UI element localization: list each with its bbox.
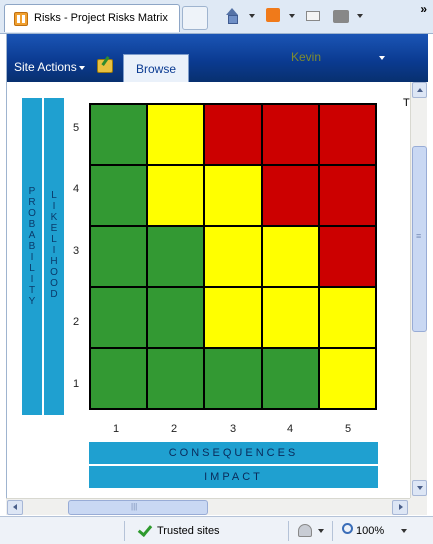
status-bar: Trusted sites 100% — [0, 516, 433, 544]
sharepoint-ribbon-header: Kevin Site Actions Browse — [6, 34, 428, 82]
zoom-dropdown-icon[interactable] — [401, 529, 407, 533]
scroll-up-button[interactable] — [412, 82, 427, 98]
protected-mode-dropdown-icon[interactable] — [318, 529, 324, 533]
matrix-cell — [147, 287, 205, 348]
matrix-cell — [261, 287, 319, 348]
sharepoint-favicon-icon — [14, 12, 28, 26]
new-tab-button[interactable] — [182, 6, 208, 30]
matrix-cell — [318, 348, 376, 409]
mail-icon[interactable] — [306, 11, 320, 21]
likelihood-axis-label: L I K E L I H O O D — [44, 98, 64, 415]
zoom-level[interactable]: 100% — [356, 525, 384, 537]
site-actions-chevron-down-icon[interactable] — [79, 66, 85, 70]
matrix-cell — [147, 165, 205, 226]
y-axis-tick-5: 5 — [73, 122, 80, 134]
consequences-axis-label: CONSEQUENCES — [89, 442, 378, 464]
matrix-cell — [90, 104, 148, 165]
matrix-cell — [318, 165, 376, 226]
matrix-cell — [90, 165, 148, 226]
x-axis-tick-5: 5 — [345, 423, 352, 435]
arrow-left-icon — [13, 504, 17, 510]
probability-axis-label: P R O B A B I L I T Y — [22, 98, 42, 415]
x-axis-tick-2: 2 — [171, 423, 178, 435]
matrix-cell — [90, 287, 148, 348]
status-divider — [124, 521, 125, 541]
matrix-cell — [261, 226, 319, 287]
home-icon[interactable] — [224, 8, 240, 24]
horizontal-scrollbar[interactable] — [6, 498, 410, 515]
scroll-down-button[interactable] — [412, 480, 427, 496]
y-axis-tick-3: 3 — [73, 245, 80, 257]
impact-axis-label: IMPACT — [89, 466, 378, 488]
edit-page-icon[interactable] — [97, 59, 113, 73]
print-icon[interactable] — [333, 10, 349, 23]
x-axis-tick-1: 1 — [113, 423, 120, 435]
page-content: P R O B A B I L I T Y L I K E L I H O O … — [6, 82, 410, 498]
matrix-cell — [261, 348, 319, 409]
y-axis-tick-1: 1 — [73, 378, 80, 390]
user-menu[interactable]: Kevin — [291, 50, 321, 64]
matrix-cell — [204, 287, 262, 348]
x-axis-tick-4: 4 — [287, 423, 294, 435]
scroll-left-button[interactable] — [7, 500, 23, 515]
matrix-cell — [318, 287, 376, 348]
matrix-cell — [261, 165, 319, 226]
scroll-right-button[interactable] — [392, 500, 408, 515]
matrix-cell — [204, 104, 262, 165]
feeds-dropdown-icon[interactable] — [289, 14, 295, 18]
y-axis-tick-2: 2 — [73, 316, 80, 328]
matrix-cell — [147, 348, 205, 409]
vertical-scroll-thumb[interactable] — [412, 146, 427, 332]
likelihood-label-text: L I K E L I H O O D — [50, 190, 58, 300]
horizontal-scroll-thumb[interactable] — [68, 500, 208, 515]
print-dropdown-icon[interactable] — [357, 14, 363, 18]
matrix-cell — [318, 226, 376, 287]
browser-tab[interactable]: Risks - Project Risks Matrix — [4, 4, 180, 32]
matrix-cell — [318, 104, 376, 165]
user-menu-chevron-down-icon[interactable] — [379, 56, 385, 60]
vertical-scrollbar[interactable] — [410, 82, 427, 498]
site-actions-menu[interactable]: Site Actions — [14, 60, 77, 74]
zoom-magnifier-icon[interactable] — [342, 523, 353, 534]
matrix-cell — [90, 226, 148, 287]
matrix-cell — [204, 165, 262, 226]
arrow-down-icon — [417, 486, 423, 490]
matrix-cell — [204, 226, 262, 287]
protected-mode-icon[interactable] — [298, 524, 312, 537]
matrix-cell — [204, 348, 262, 409]
tab-browse[interactable]: Browse — [123, 54, 189, 82]
tab-title: Risks - Project Risks Matrix — [34, 12, 168, 24]
toolbar-overflow-chevron-icon[interactable]: » — [420, 2, 427, 16]
rss-feed-icon[interactable] — [266, 8, 280, 22]
trusted-check-icon — [138, 522, 152, 536]
probability-label-text: P R O B A B I L I T Y — [28, 186, 36, 307]
arrow-up-icon — [417, 88, 423, 92]
scrollbar-corner — [410, 498, 427, 515]
arrow-right-icon — [399, 504, 403, 510]
matrix-cell — [261, 104, 319, 165]
matrix-cell — [147, 226, 205, 287]
y-axis-tick-4: 4 — [73, 183, 80, 195]
risk-matrix-grid — [89, 103, 377, 410]
matrix-cell — [90, 348, 148, 409]
clipped-text-fragment: T — [403, 97, 410, 109]
status-divider — [332, 521, 333, 541]
browser-tab-bar: Risks - Project Risks Matrix » — [0, 0, 433, 34]
home-dropdown-icon[interactable] — [249, 14, 255, 18]
status-divider — [288, 521, 289, 541]
x-axis-tick-3: 3 — [230, 423, 237, 435]
security-zone-text[interactable]: Trusted sites — [157, 525, 220, 537]
matrix-cell — [147, 104, 205, 165]
